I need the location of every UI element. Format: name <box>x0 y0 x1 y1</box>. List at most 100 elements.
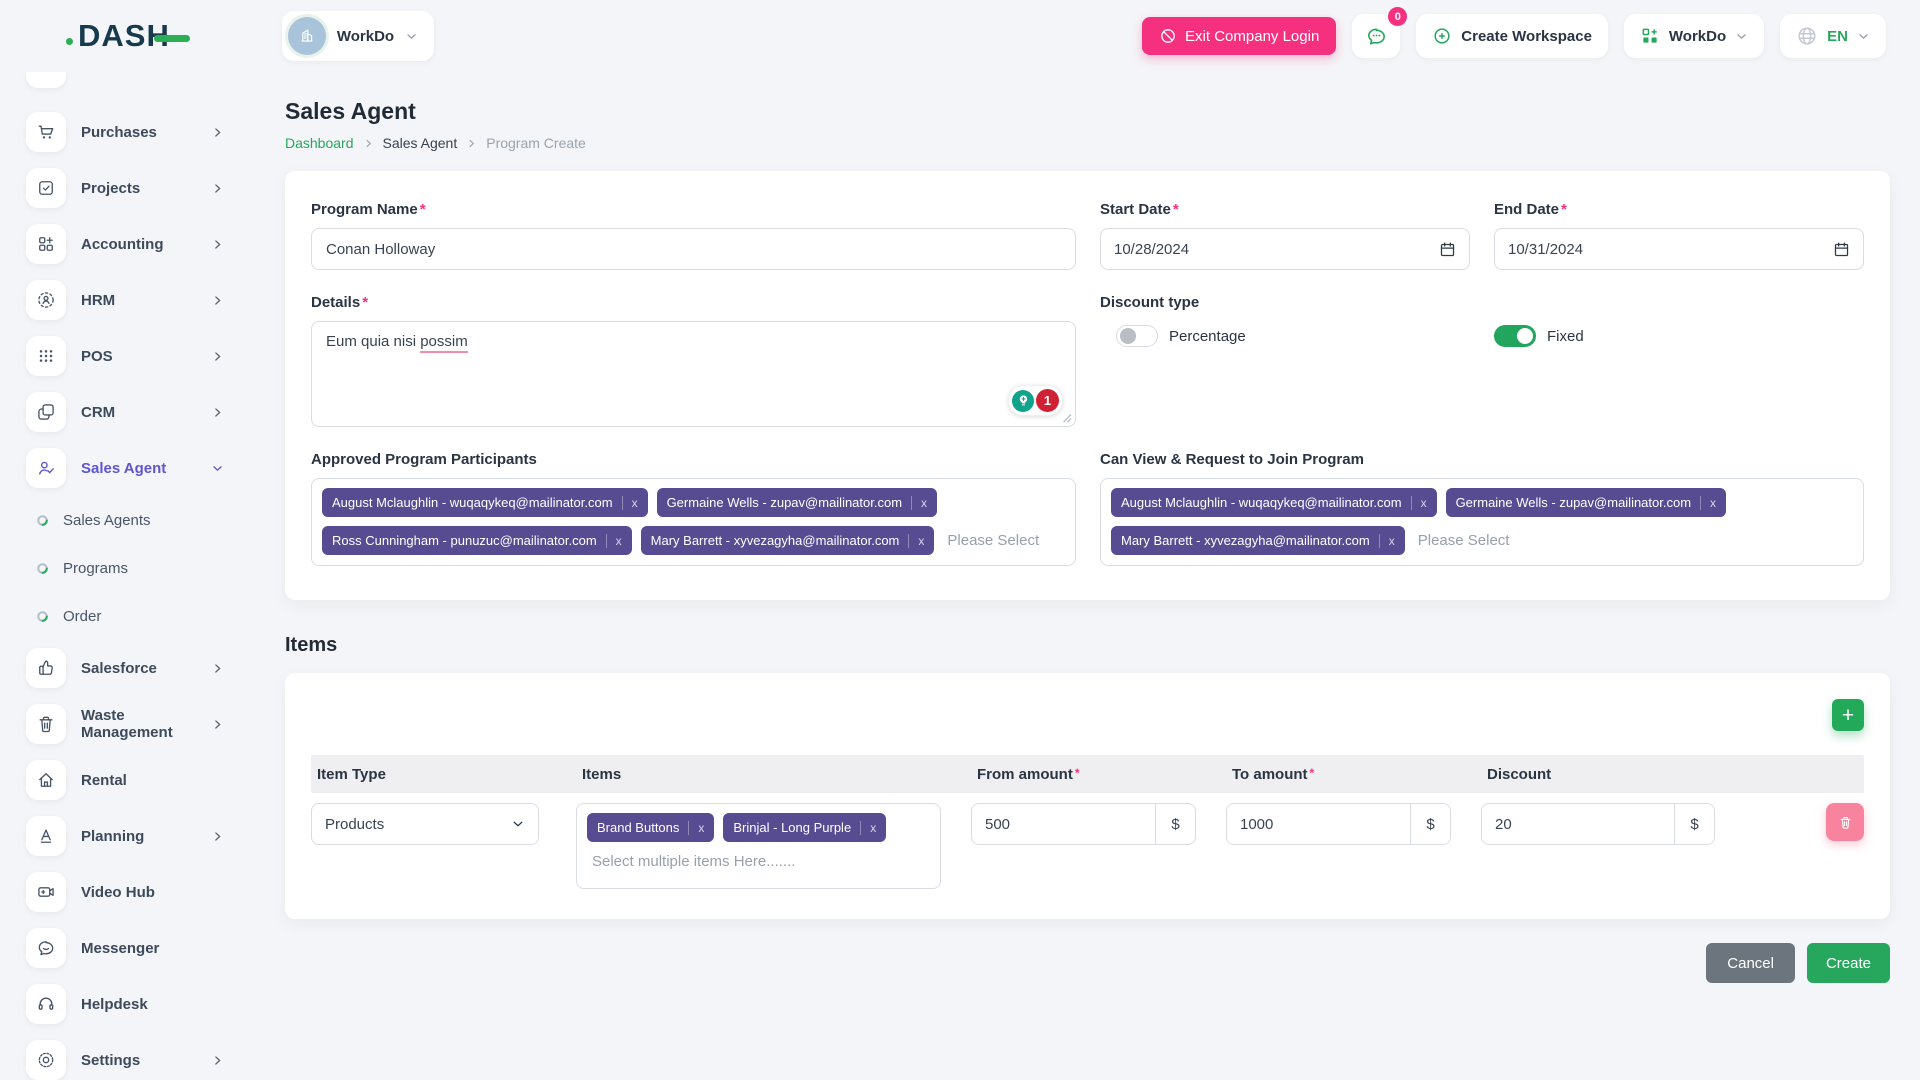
remove-tag-icon[interactable]: x <box>860 821 876 835</box>
breadcrumb-separator-icon <box>466 138 477 149</box>
sidebar-item-sales-agents[interactable]: Sales Agents <box>36 504 260 536</box>
remove-tag-icon[interactable]: x <box>1700 496 1716 510</box>
remove-tag-icon[interactable]: x <box>606 534 622 548</box>
approved-participants-select[interactable]: August Mclaughlin - wuqaqykeq@mailinator… <box>311 478 1076 566</box>
sidebar-item-projects[interactable]: Projects <box>26 168 260 208</box>
sidebar-item-planning[interactable]: Planning <box>26 816 260 856</box>
grid-plus-icon <box>26 224 66 264</box>
remove-tag-icon[interactable]: x <box>908 534 924 548</box>
header-actions: Exit Company Login 0 Create Workspace Wo… <box>1142 14 1886 58</box>
column-to-amount: To amount* <box>1226 766 1451 783</box>
discount-input[interactable] <box>1482 804 1674 844</box>
remove-tag-icon[interactable]: x <box>688 821 704 835</box>
chevron-down-icon <box>211 462 224 475</box>
breadcrumb-dashboard-link[interactable]: Dashboard <box>285 135 354 151</box>
currency-addon: $ <box>1155 804 1195 844</box>
item-tag: Brand Buttonsx <box>587 813 714 842</box>
breadcrumb: Dashboard Sales Agent Program Create <box>285 135 1890 151</box>
sidebar-item-purchases[interactable]: Purchases <box>26 112 260 152</box>
messages-button[interactable]: 0 <box>1352 14 1400 58</box>
create-workspace-button[interactable]: Create Workspace <box>1416 14 1608 58</box>
thumbs-up-icon <box>26 648 66 688</box>
end-date-input[interactable] <box>1494 228 1864 270</box>
headset-icon <box>26 984 66 1024</box>
workspace-name: WorkDo <box>337 28 394 45</box>
start-date-input[interactable] <box>1100 228 1470 270</box>
approved-participants-label: Approved Program Participants <box>311 451 1076 468</box>
workspace-switcher[interactable]: WorkDo <box>282 11 434 61</box>
discount-fixed-toggle[interactable]: Fixed <box>1494 325 1864 347</box>
workdo-menu-button[interactable]: WorkDo <box>1624 14 1764 58</box>
breadcrumb-separator-icon <box>363 138 374 149</box>
details-textarea[interactable]: Eum quia nisi possim 1 <box>311 321 1076 427</box>
home-icon <box>26 760 66 800</box>
calendar-icon[interactable] <box>1833 241 1850 258</box>
sidebar-item-accounting[interactable]: Accounting <box>26 224 260 264</box>
chevron-right-icon <box>211 238 224 251</box>
sidebar-item-waste-management[interactable]: Waste Management <box>26 704 260 744</box>
items-placeholder: Select multiple items Here....... <box>592 853 930 870</box>
program-name-input[interactable] <box>311 228 1076 270</box>
prohibition-icon <box>1159 27 1177 45</box>
create-button[interactable]: Create <box>1807 943 1890 983</box>
items-multiselect[interactable]: Brand Buttonsx Brinjal - Long Purplex Se… <box>576 803 941 889</box>
cancel-button[interactable]: Cancel <box>1706 943 1795 983</box>
assistant-bulb-icon[interactable] <box>1012 390 1034 412</box>
column-from-amount: From amount* <box>971 766 1196 783</box>
sidebar-item-salesforce[interactable]: Salesforce <box>26 648 260 688</box>
language-button[interactable]: EN <box>1780 14 1886 58</box>
discount-percentage-toggle[interactable]: Percentage <box>1116 325 1470 347</box>
sidebar-item-pos[interactable]: POS <box>26 336 260 376</box>
sidebar-item-crm[interactable]: CRM <box>26 392 260 432</box>
bullet-icon <box>36 514 49 527</box>
writing-assistant-widget[interactable]: 1 <box>1008 385 1063 416</box>
main-content: Sales Agent Dashboard Sales Agent Progra… <box>260 72 1920 1080</box>
add-row-button[interactable]: + <box>1832 699 1864 731</box>
sidebar-item-sales-agent[interactable]: Sales Agent <box>26 448 260 488</box>
globe-icon <box>1796 25 1818 47</box>
program-form-card: Program Name* Start Date* End Date* <box>285 171 1890 600</box>
exit-company-login-button[interactable]: Exit Company Login <box>1142 17 1336 55</box>
items-table-row: Products Brand Buttonsx Brinjal - Long P… <box>311 803 1864 889</box>
required-marker: * <box>1561 201 1567 218</box>
resize-handle[interactable] <box>1062 413 1072 423</box>
bullet-icon <box>36 562 49 575</box>
remove-tag-icon[interactable]: x <box>1379 534 1395 548</box>
percentage-switch[interactable] <box>1116 325 1158 347</box>
fixed-switch[interactable] <box>1494 325 1536 347</box>
delete-row-button[interactable] <box>1826 803 1864 841</box>
calendar-icon[interactable] <box>1439 241 1456 258</box>
sidebar-item-rental[interactable]: Rental <box>26 760 260 800</box>
currency-addon: $ <box>1410 804 1450 844</box>
remove-tag-icon[interactable]: x <box>911 496 927 510</box>
chevron-down-icon <box>1857 30 1870 43</box>
dots-grid-icon <box>26 336 66 376</box>
participant-tag: Mary Barrett - xyvezagyha@mailinator.com… <box>1111 526 1405 555</box>
discount-type-label: Discount type <box>1100 294 1470 311</box>
remove-tag-icon[interactable]: x <box>1411 496 1427 510</box>
chevron-right-icon <box>211 294 224 307</box>
participant-tag: Germaine Wells - zupav@mailinator.comx <box>1446 488 1726 517</box>
participant-tag: Germaine Wells - zupav@mailinator.comx <box>657 488 937 517</box>
breadcrumb-sales-agent-link[interactable]: Sales Agent <box>383 135 458 151</box>
from-amount-input[interactable] <box>972 804 1155 844</box>
sidebar-item-settings[interactable]: Settings <box>26 1040 260 1080</box>
item-type-select[interactable]: Products <box>311 803 539 845</box>
item-tag: Brinjal - Long Purplex <box>723 813 886 842</box>
sidebar-item-video-hub[interactable]: Video Hub <box>26 872 260 912</box>
required-marker: * <box>1310 766 1315 780</box>
sidebar-item-messenger[interactable]: Messenger <box>26 928 260 968</box>
sidebar-item-programs[interactable]: Programs <box>36 552 260 584</box>
to-amount-input[interactable] <box>1227 804 1410 844</box>
app-logo[interactable]: DASH <box>66 18 190 54</box>
page-title: Sales Agent <box>285 98 1890 125</box>
language-code: EN <box>1827 28 1848 45</box>
sidebar-item-order[interactable]: Order <box>36 600 260 632</box>
sidebar-item-helpdesk[interactable]: Helpdesk <box>26 984 260 1024</box>
can-view-select[interactable]: August Mclaughlin - wuqaqykeq@mailinator… <box>1100 478 1864 566</box>
sidebar-item-hrm[interactable]: HRM <box>26 280 260 320</box>
assistant-alert-badge[interactable]: 1 <box>1036 389 1059 412</box>
workspace-building-icon <box>288 17 326 55</box>
items-section-heading: Items <box>285 634 1890 657</box>
remove-tag-icon[interactable]: x <box>622 496 638 510</box>
